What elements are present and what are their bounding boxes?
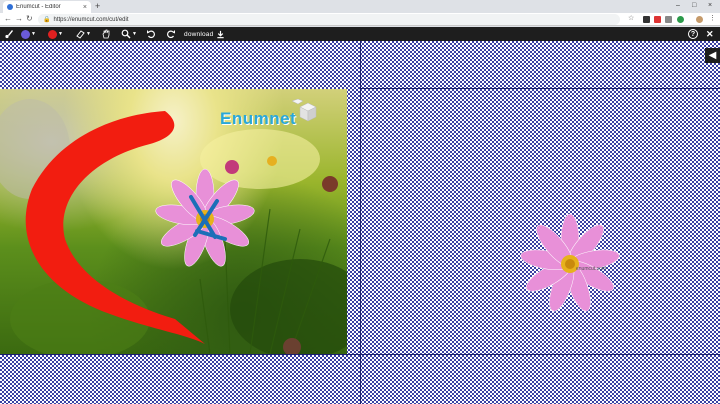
extension-icon[interactable]	[665, 16, 672, 23]
window-close-button[interactable]: ×	[708, 1, 712, 11]
source-image-canvas[interactable]: Enumnet	[0, 89, 347, 354]
eraser-icon	[76, 30, 85, 39]
editor-workspace[interactable]: Enumnet enumcut.com	[0, 41, 720, 404]
url-field[interactable]: 🔒 https://enumcut.com/cut/edit	[38, 14, 620, 25]
extension-icon[interactable]	[643, 16, 650, 23]
chevron-down-icon: ▼	[58, 31, 63, 37]
editor-toolbar: ▼ ▼ ▼ ▼ download ? ✕	[0, 27, 720, 41]
zoom-tool[interactable]: ▼	[121, 27, 137, 41]
chevron-down-icon: ▼	[132, 31, 137, 37]
watermark-text: enumcut.com	[576, 266, 606, 272]
cubes-logo-icon	[291, 99, 317, 122]
address-bar: ← → ↻ 🔒 https://enumcut.com/cut/edit ☆ ⋮	[0, 13, 720, 26]
tab-close-icon[interactable]: ×	[83, 4, 87, 11]
eraser-tool[interactable]: ▼	[75, 27, 91, 41]
back-button[interactable]: ←	[4, 14, 12, 24]
reload-button[interactable]: ↻	[26, 14, 33, 24]
menu-icon[interactable]: ⋮	[709, 14, 716, 22]
download-icon	[217, 30, 225, 38]
minimize-button[interactable]: –	[676, 1, 680, 11]
hand-icon	[102, 29, 110, 39]
favicon-icon	[7, 4, 13, 10]
browser-tab[interactable]: Enumcut - Editor ×	[3, 1, 91, 13]
extracted-flower: enumcut.com	[520, 213, 620, 312]
hand-tool[interactable]	[101, 27, 111, 41]
download-label: download	[184, 30, 214, 38]
result-canvas[interactable]: enumcut.com	[360, 89, 720, 357]
help-button[interactable]: ?	[688, 27, 698, 41]
download-button[interactable]: download	[184, 27, 225, 41]
foreground-color-picker[interactable]: ▼	[21, 27, 36, 41]
chevron-down-icon: ▼	[86, 31, 91, 37]
zoom-icon	[121, 29, 131, 39]
browser-tab-strip: Enumcut - Editor × + – □ ×	[0, 0, 720, 13]
bookmark-star-icon[interactable]: ☆	[628, 14, 635, 22]
foreground-color-swatch	[21, 29, 30, 39]
brush-icon[interactable]	[4, 27, 14, 41]
forward-button[interactable]: →	[15, 14, 23, 24]
new-tab-button[interactable]: +	[95, 1, 100, 12]
redo-button[interactable]	[166, 27, 176, 41]
extension-icon[interactable]	[677, 16, 684, 23]
help-icon: ?	[688, 29, 698, 39]
tab-title: Enumcut - Editor	[16, 4, 61, 10]
url-text: https://enumcut.com/cut/edit	[53, 16, 129, 23]
lock-icon: 🔒	[43, 17, 51, 23]
collapse-panel-button[interactable]: ◀	[705, 48, 720, 63]
close-editor-button[interactable]: ✕	[706, 27, 714, 41]
background-color-picker[interactable]: ▼	[48, 27, 63, 41]
extension-icon[interactable]	[654, 16, 661, 23]
redo-icon	[167, 30, 175, 39]
chevron-down-icon: ▼	[31, 31, 36, 37]
undo-button[interactable]	[146, 27, 156, 41]
maximize-button[interactable]: □	[692, 1, 696, 11]
undo-icon	[147, 30, 155, 39]
profile-avatar[interactable]	[696, 16, 703, 23]
background-color-swatch	[48, 29, 57, 39]
enumnet-logo: Enumnet	[220, 109, 297, 128]
